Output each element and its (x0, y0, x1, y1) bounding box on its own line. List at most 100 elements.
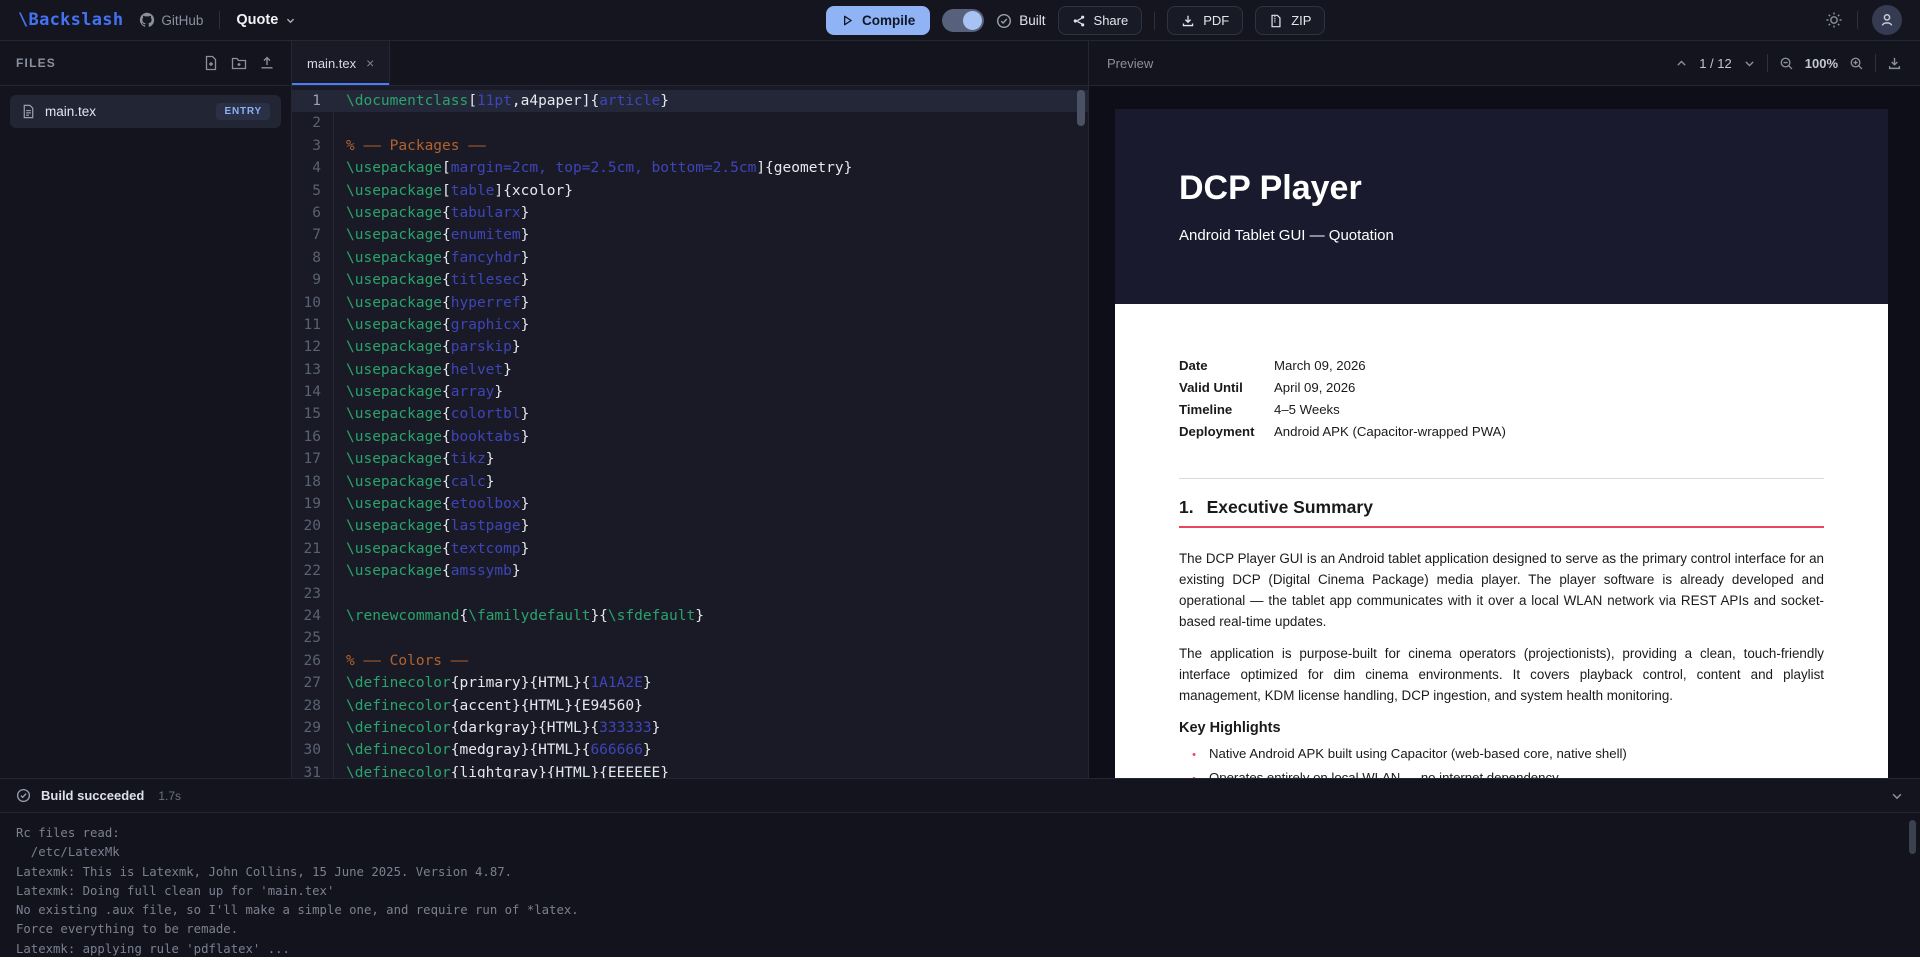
code-line[interactable]: 5\usepackage[table]{xcolor} (292, 180, 1088, 202)
workspace: FILES main.tex ENTRY (0, 41, 1920, 778)
code-line[interactable]: 2 (292, 112, 1088, 134)
code-line[interactable]: 13\usepackage{helvet} (292, 359, 1088, 381)
compile-button[interactable]: Compile (826, 6, 930, 35)
pdf-download-button[interactable]: PDF (1167, 6, 1243, 35)
user-avatar[interactable] (1872, 5, 1902, 35)
code-line[interactable]: 23 (292, 583, 1088, 605)
collapse-log-button[interactable] (1890, 789, 1904, 803)
code-token: \usepackage (346, 474, 442, 490)
code-token: tikz (451, 451, 486, 467)
code-line[interactable]: 22\usepackage{amssymb} (292, 560, 1088, 582)
zip-download-button[interactable]: ZIP (1255, 6, 1325, 35)
code-line[interactable]: 25 (292, 627, 1088, 649)
code-line[interactable]: 20\usepackage{lastpage} (292, 515, 1088, 537)
code-line[interactable]: 18\usepackage{calc} (292, 471, 1088, 493)
github-label: GitHub (161, 13, 203, 28)
code-token: } (695, 608, 704, 624)
pdf-info-row: Valid UntilApril 09, 2026 (1179, 376, 1824, 398)
code-text: \usepackage{array} (334, 381, 503, 403)
code-text: \usepackage{hyperref} (334, 292, 529, 314)
code-token: } (660, 93, 669, 109)
code-line[interactable]: 19\usepackage{etoolbox} (292, 493, 1088, 515)
code-line[interactable]: 3% —— Packages —— (292, 135, 1088, 157)
code-token: } (486, 451, 495, 467)
code-text: \usepackage{fancyhdr} (334, 247, 529, 269)
code-line[interactable]: 1\documentclass[11pt,a4paper]{article} (292, 90, 1088, 112)
chevron-up-icon[interactable] (1675, 57, 1688, 70)
auto-build-toggle[interactable] (942, 9, 984, 32)
code-line[interactable]: 7\usepackage{enumitem} (292, 224, 1088, 246)
code-line[interactable]: 30\definecolor{medgray}{HTML}{666666} (292, 739, 1088, 761)
code-text: \renewcommand{\familydefault}{\sfdefault… (334, 605, 704, 627)
code-line[interactable]: 17\usepackage{tikz} (292, 448, 1088, 470)
project-menu-button[interactable]: Quote (236, 12, 296, 28)
line-number: 13 (292, 359, 334, 381)
pdf-paragraph: The application is purpose-built for cin… (1179, 643, 1824, 706)
code-line[interactable]: 29\definecolor{darkgray}{HTML}{333333} (292, 717, 1088, 739)
code-line[interactable]: 26% —— Colors —— (292, 650, 1088, 672)
upload-icon[interactable] (259, 55, 275, 71)
build-log[interactable]: Rc files read: /etc/LatexMkLatexmk: This… (0, 813, 1920, 957)
pdf-highlights-title: Key Highlights (1179, 720, 1824, 736)
code-token: } (652, 720, 661, 736)
code-text: \usepackage[margin=2cm, top=2.5cm, botto… (334, 157, 852, 179)
bullet-text: Operates entirely on local WLAN — no int… (1209, 770, 1559, 778)
topbar-actions: Compile Built Share PDF ZIP (826, 0, 1325, 41)
code-line[interactable]: 6\usepackage{tabularx} (292, 202, 1088, 224)
code-token: { (442, 272, 451, 288)
line-number: 4 (292, 157, 334, 179)
code-token: graphicx (451, 317, 521, 333)
github-link[interactable]: GitHub (139, 12, 203, 28)
preview-title: Preview (1107, 56, 1153, 71)
file-list: main.tex ENTRY (0, 86, 291, 137)
code-line[interactable]: 27\definecolor{primary}{HTML}{1A1A2E} (292, 672, 1088, 694)
new-file-icon[interactable] (203, 55, 219, 71)
code-line[interactable]: 28\definecolor{accent}{HTML}{E94560} (292, 695, 1088, 717)
share-label: Share (1094, 13, 1129, 28)
share-button[interactable]: Share (1058, 6, 1143, 35)
code-line[interactable]: 31\definecolor{lightgray}{HTML}{EEEEEE} (292, 762, 1088, 778)
theme-toggle-button[interactable] (1825, 11, 1843, 29)
topbar: \Backslash GitHub Quote Compile (0, 0, 1920, 41)
code-area[interactable]: 1\documentclass[11pt,a4paper]{article}23… (292, 87, 1088, 778)
chevron-down-icon[interactable] (1743, 57, 1756, 70)
code-text (334, 112, 346, 134)
build-bar[interactable]: Build succeeded 1.7s (0, 778, 1920, 813)
code-line[interactable]: 8\usepackage{fancyhdr} (292, 247, 1088, 269)
zoom-in-icon[interactable] (1849, 56, 1864, 71)
code-line[interactable]: 11\usepackage{graphicx} (292, 314, 1088, 336)
code-line[interactable]: 24\renewcommand{\familydefault}{\sfdefau… (292, 605, 1088, 627)
close-icon[interactable]: × (366, 55, 374, 71)
code-line[interactable]: 15\usepackage{colortbl} (292, 403, 1088, 425)
download-icon[interactable] (1887, 56, 1902, 71)
code-token: }{ (590, 608, 607, 624)
preview-body[interactable]: DCP Player Android Tablet GUI — Quotatio… (1089, 87, 1920, 778)
log-line: Rc files read: (16, 824, 1904, 843)
code-token: \usepackage (346, 250, 442, 266)
code-line[interactable]: 12\usepackage{parskip} (292, 336, 1088, 358)
code-line[interactable]: 16\usepackage{booktabs} (292, 426, 1088, 448)
code-token: tabularx (451, 205, 521, 221)
code-token: } (521, 295, 530, 311)
code-token: ,a4paper]{ (512, 93, 599, 109)
code-line[interactable]: 21\usepackage{textcomp} (292, 538, 1088, 560)
log-scrollbar[interactable] (1909, 820, 1916, 854)
code-token: booktabs (451, 429, 521, 445)
new-folder-icon[interactable] (231, 55, 247, 71)
code-line[interactable]: 14\usepackage{array} (292, 381, 1088, 403)
line-number: 10 (292, 292, 334, 314)
code-line[interactable]: 10\usepackage{hyperref} (292, 292, 1088, 314)
code-token: \usepackage (346, 317, 442, 333)
editor-scrollbar[interactable] (1077, 90, 1085, 126)
line-number: 30 (292, 739, 334, 761)
code-text: \usepackage{graphicx} (334, 314, 529, 336)
zoom-out-icon[interactable] (1779, 56, 1794, 71)
info-value: 4–5 Weeks (1274, 402, 1340, 417)
code-token: \usepackage (346, 496, 442, 512)
tab-main-tex[interactable]: main.tex × (292, 41, 390, 85)
code-token: 11pt (477, 93, 512, 109)
code-line[interactable]: 4\usepackage[margin=2cm, top=2.5cm, bott… (292, 157, 1088, 179)
code-line[interactable]: 9\usepackage{titlesec} (292, 269, 1088, 291)
line-number: 14 (292, 381, 334, 403)
file-row-main-tex[interactable]: main.tex ENTRY (10, 95, 281, 128)
